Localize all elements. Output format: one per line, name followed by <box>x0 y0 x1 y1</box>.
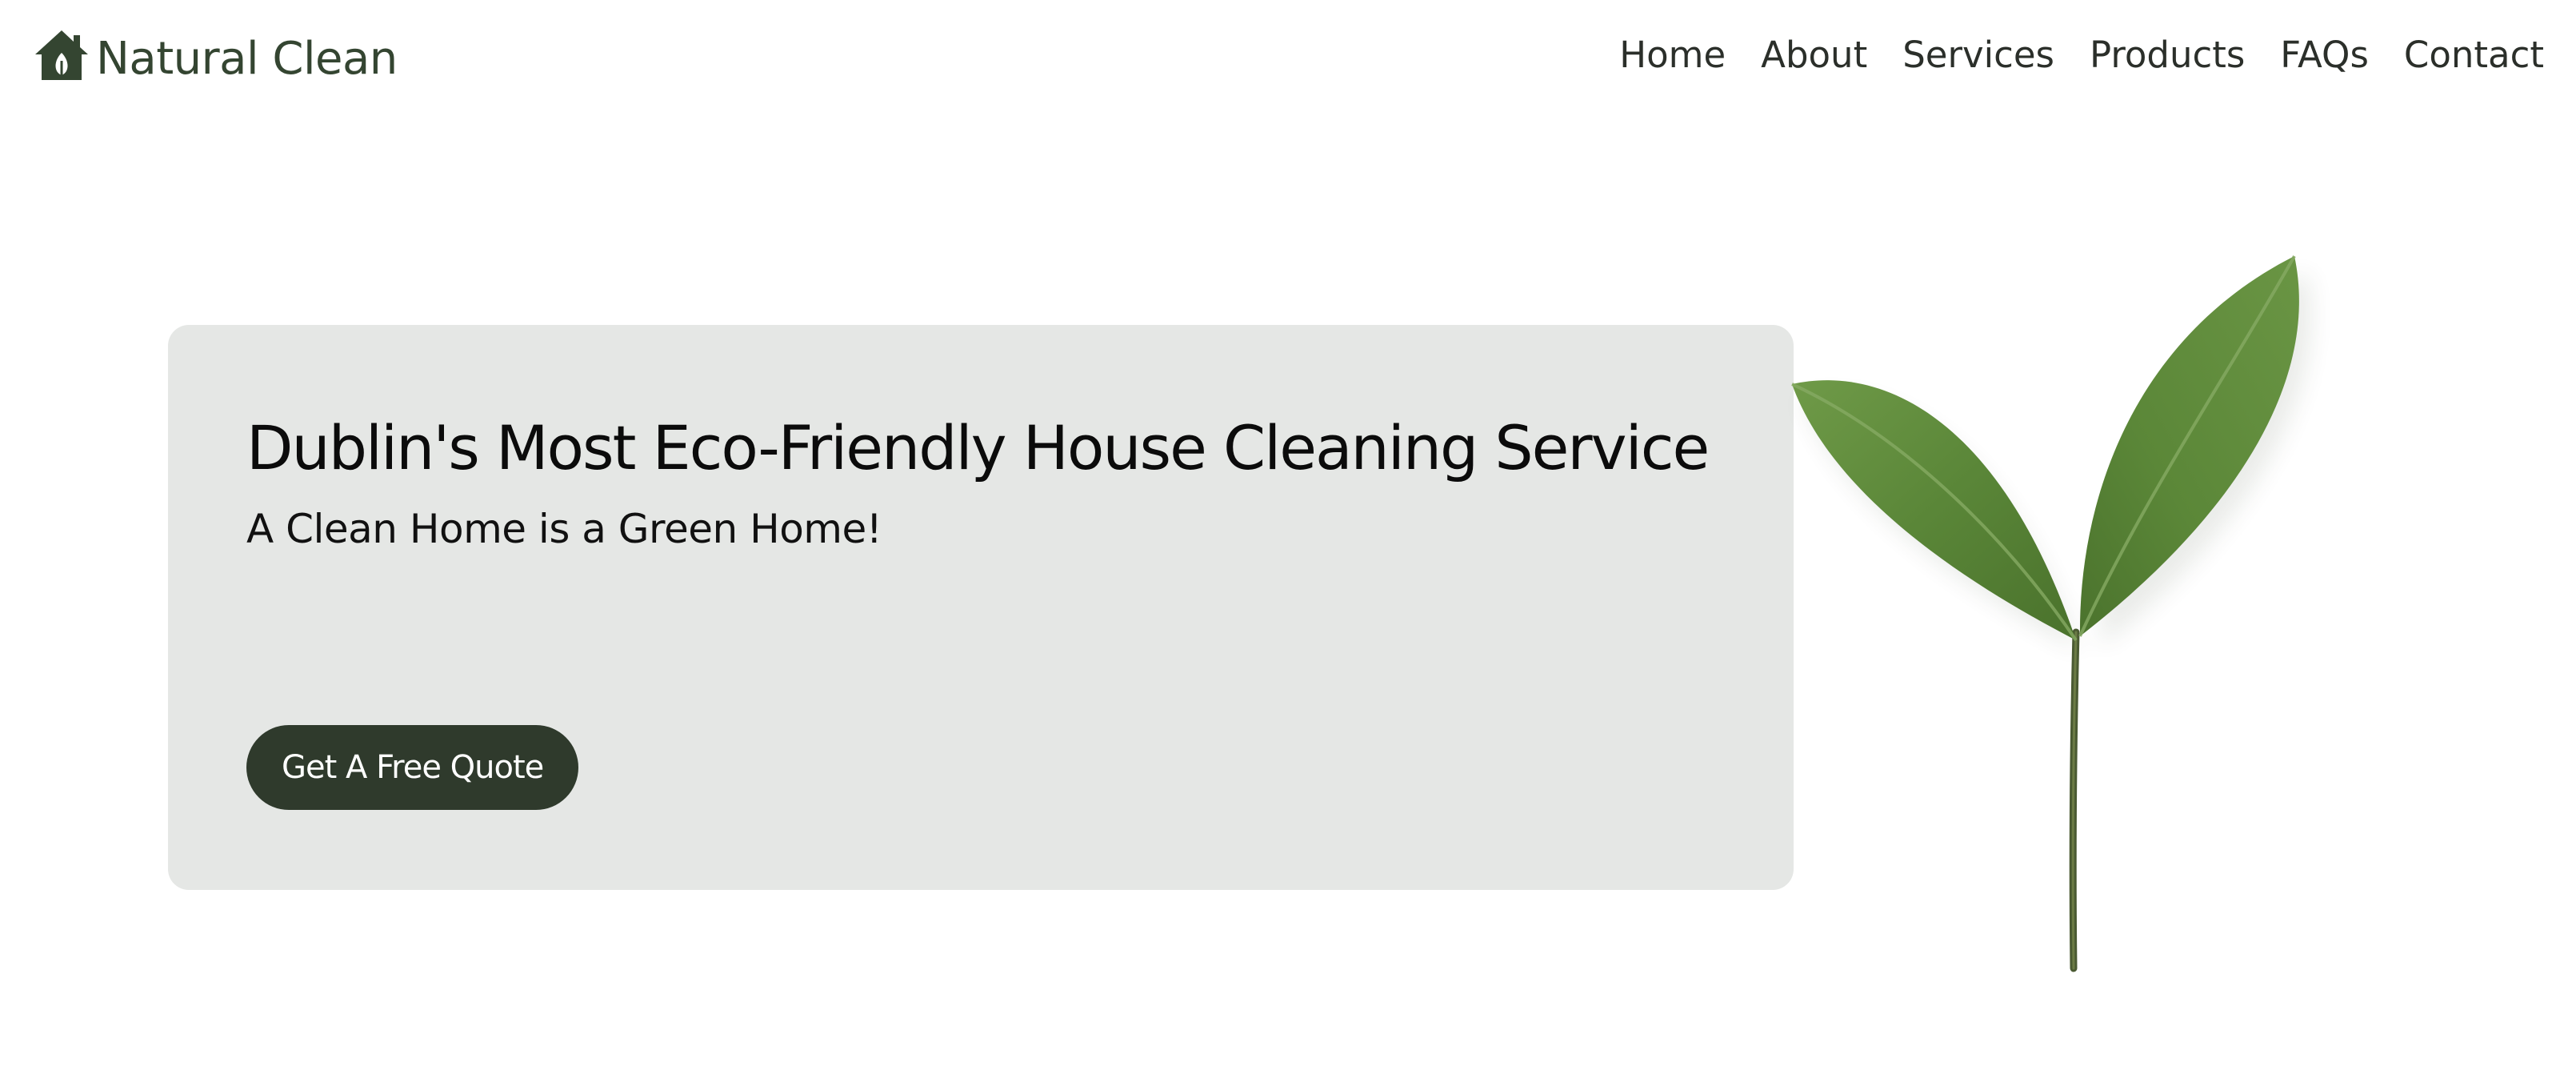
nav-services[interactable]: Services <box>1902 37 2054 73</box>
house-leaf-icon <box>32 29 91 83</box>
nav-about[interactable]: About <box>1761 37 1867 73</box>
hero-subtitle: A Clean Home is a Green Home! <box>246 506 882 552</box>
nav-faqs[interactable]: FAQs <box>2280 37 2369 73</box>
site-header: Natural Clean Home About Services Produc… <box>0 0 2576 128</box>
nav-contact[interactable]: Contact <box>2404 37 2544 73</box>
nav-home[interactable]: Home <box>1619 37 1726 73</box>
main-nav: Home About Services Products FAQs Contac… <box>1619 37 2544 73</box>
brand-name: Natural Clean <box>96 33 398 85</box>
nav-products[interactable]: Products <box>2090 37 2245 73</box>
get-free-quote-button[interactable]: Get A Free Quote <box>246 725 579 810</box>
brand-logo-link[interactable]: Natural Clean <box>32 29 398 83</box>
leaf-sprout-icon <box>1760 232 2368 992</box>
page: Natural Clean Home About Services Produc… <box>0 0 2576 1066</box>
hero-title: Dublin's Most Eco-Friendly House Cleanin… <box>246 412 1710 483</box>
hero-card: Dublin's Most Eco-Friendly House Cleanin… <box>168 325 1794 890</box>
